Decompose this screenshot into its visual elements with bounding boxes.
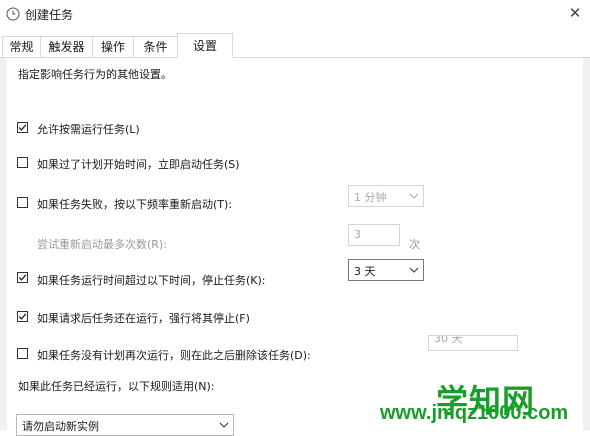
- stop-duration-value: 3 天: [354, 265, 376, 278]
- force-stop-checkbox[interactable]: [17, 311, 28, 322]
- restart-attempts-spinner[interactable]: 3: [348, 224, 400, 246]
- stop-duration-select[interactable]: 3 天: [348, 259, 424, 281]
- running-rule-select[interactable]: 请勿启动新实例: [16, 414, 234, 436]
- delete-after-value: 30 天: [434, 335, 463, 345]
- run-asap-label[interactable]: 如果过了计划开始时间，立即启动任务(S): [37, 156, 240, 172]
- watermark-url: www.jmqz1000.com: [380, 402, 569, 424]
- running-rule-label: 如果此任务已经运行，以下规则适用(N):: [18, 380, 215, 393]
- chevron-down-icon: [219, 422, 229, 428]
- tab-triggers[interactable]: 触发器: [40, 36, 93, 57]
- run-asap-checkbox[interactable]: [17, 157, 28, 168]
- chevron-down-icon: [409, 193, 419, 199]
- restart-attempts-label: 尝试重新启动最多次数(R):: [37, 238, 167, 251]
- delete-if-not-scheduled-label[interactable]: 如果任务没有计划再次运行，则在此之后删除该任务(D):: [37, 347, 311, 363]
- tab-strip-divider: [0, 57, 590, 58]
- allow-on-demand-checkbox[interactable]: [17, 122, 28, 133]
- force-stop-label[interactable]: 如果请求后任务还在运行，强行将其停止(F): [37, 310, 250, 326]
- checkmark-icon: [18, 124, 27, 131]
- restart-on-failure-checkbox[interactable]: [17, 197, 28, 208]
- running-rule-value: 请勿启动新实例: [22, 420, 99, 433]
- title-bar: [0, 0, 590, 30]
- restart-interval-value: 1 分钟: [354, 191, 387, 204]
- delete-after-select[interactable]: 30 天: [428, 335, 518, 351]
- window-title: 创建任务: [25, 8, 74, 22]
- settings-description: 指定影响任务行为的其他设置。: [18, 68, 172, 81]
- allow-on-demand-label[interactable]: 允许按需运行任务(L): [37, 121, 140, 137]
- tab-actions[interactable]: 操作: [92, 36, 134, 57]
- checkmark-icon: [18, 313, 27, 320]
- restart-on-failure-label[interactable]: 如果任务失败，按以下频率重新启动(T):: [37, 196, 232, 212]
- checkmark-icon: [18, 274, 27, 281]
- restart-attempts-unit: 次: [409, 238, 420, 251]
- close-button[interactable]: ✕: [562, 2, 588, 26]
- restart-attempts-value: 3: [354, 228, 361, 241]
- stop-if-runs-longer-checkbox[interactable]: [17, 272, 28, 283]
- restart-interval-select[interactable]: 1 分钟: [348, 185, 424, 207]
- chevron-down-icon: [409, 267, 419, 273]
- stop-if-runs-longer-label[interactable]: 如果任务运行时间超过以下时间，停止任务(K):: [37, 272, 266, 288]
- tab-settings[interactable]: 设置: [177, 33, 233, 58]
- tab-general[interactable]: 常规: [2, 36, 41, 57]
- delete-if-not-scheduled-checkbox[interactable]: [17, 348, 28, 359]
- task-scheduler-icon: [6, 7, 20, 21]
- tab-conditions[interactable]: 条件: [133, 36, 178, 57]
